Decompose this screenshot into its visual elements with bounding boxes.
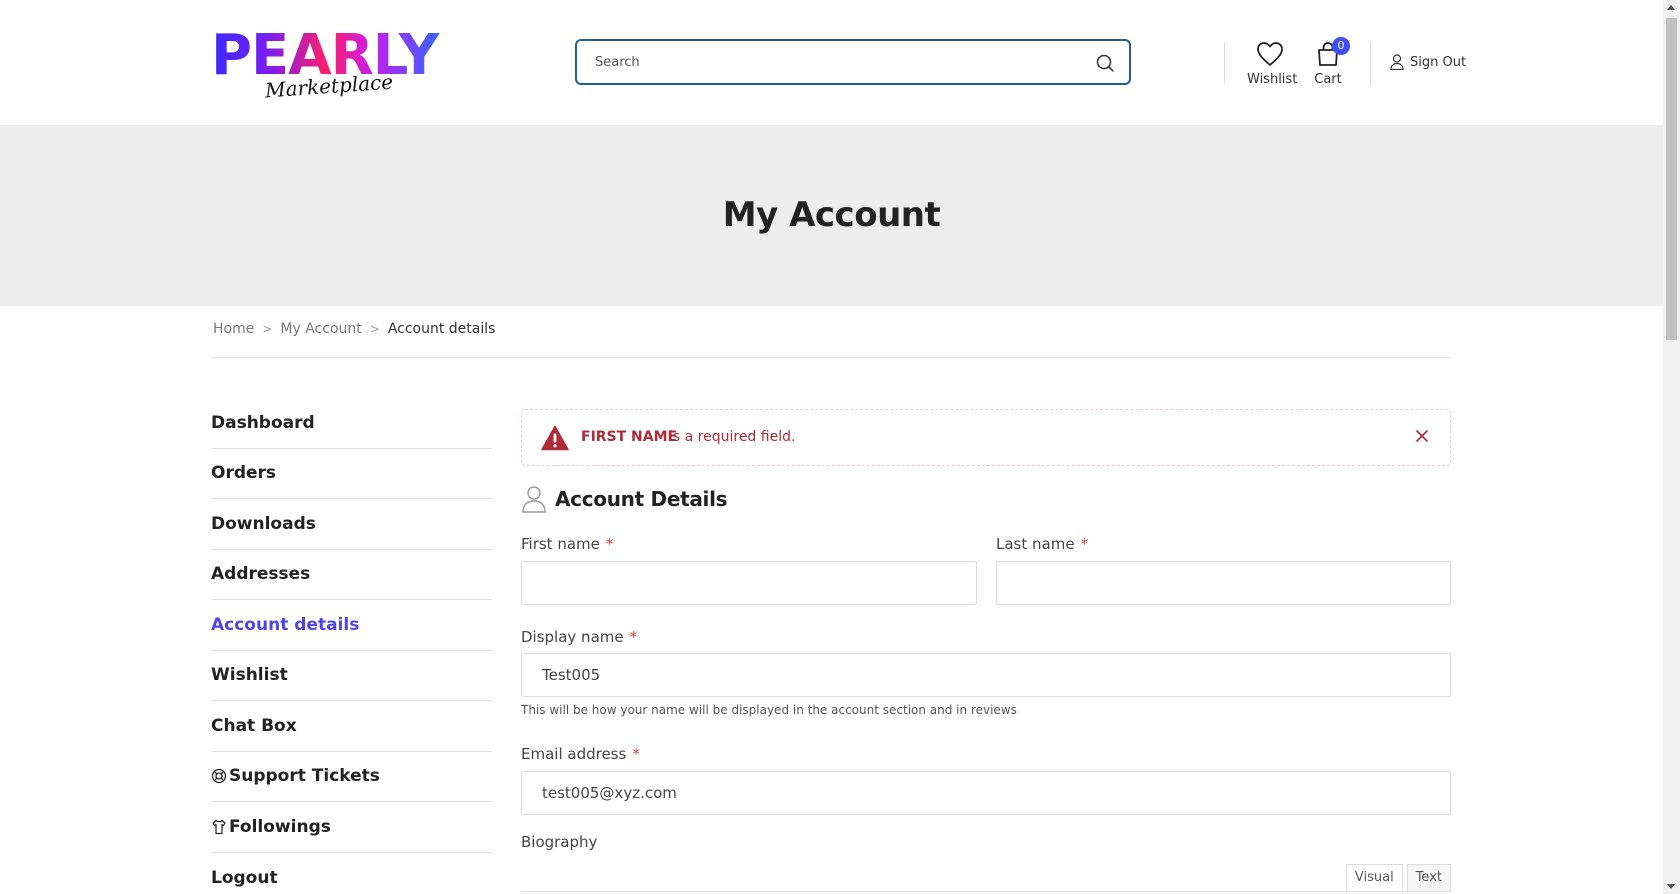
sidebar-item-label: Logout xyxy=(211,867,278,888)
last-name-label-text: Last name xyxy=(996,535,1075,553)
sidebar-item-chat-box[interactable]: Chat Box xyxy=(211,701,492,752)
scroll-down-arrow-icon[interactable] xyxy=(1667,884,1675,889)
sidebar-item-label: Followings xyxy=(229,816,331,837)
display-name-label: Display name * xyxy=(521,628,637,646)
biography-label: Biography xyxy=(521,833,598,851)
lifebuoy-icon xyxy=(211,769,227,784)
close-icon[interactable] xyxy=(1414,428,1430,444)
cart-count-badge: 0 xyxy=(1332,37,1350,55)
breadcrumb-my-account[interactable]: My Account xyxy=(280,321,361,337)
breadcrumb-separator: > xyxy=(369,322,380,336)
display-name-field xyxy=(521,653,1451,697)
account-sidebar: Dashboard Orders Downloads Addresses Acc… xyxy=(211,398,492,894)
sign-out-link[interactable]: Sign Out xyxy=(1390,54,1466,70)
last-name-label: Last name * xyxy=(996,535,1088,553)
wishlist-label: Wishlist xyxy=(1247,72,1298,87)
section-title: Account Details xyxy=(555,487,728,511)
last-name-field xyxy=(996,561,1451,605)
sidebar-item-wishlist[interactable]: Wishlist xyxy=(211,651,492,701)
search-box xyxy=(575,39,1131,85)
first-name-input[interactable] xyxy=(522,562,976,604)
breadcrumb: Home > My Account > Account details xyxy=(213,321,495,337)
sidebar-item-addresses[interactable]: Addresses xyxy=(211,550,492,600)
first-name-label: First name * xyxy=(521,535,613,553)
user-icon xyxy=(522,486,546,513)
email-input[interactable] xyxy=(522,772,1450,814)
error-alert: FIRST NAME is a required field. xyxy=(521,409,1451,466)
alert-message: is a required field. xyxy=(669,429,796,445)
sidebar-item-dashboard[interactable]: Dashboard xyxy=(211,398,492,449)
cart-link[interactable]: 0 Cart xyxy=(1310,37,1350,87)
sidebar-item-downloads[interactable]: Downloads xyxy=(211,499,492,550)
sidebar-item-support-tickets[interactable]: Support Tickets xyxy=(211,752,492,802)
breadcrumb-current: Account details xyxy=(387,321,496,337)
site-logo[interactable]: PEARLY Marketplace xyxy=(211,26,443,106)
sidebar-item-label: Orders xyxy=(211,463,277,484)
user-icon xyxy=(1390,54,1404,70)
page-hero: My Account xyxy=(0,125,1663,306)
required-mark: * xyxy=(632,745,640,763)
sidebar-item-followings[interactable]: Followings xyxy=(211,802,492,853)
breadcrumb-separator: > xyxy=(262,322,273,336)
editor-tab-text[interactable]: Text xyxy=(1406,864,1451,892)
sidebar-item-label: Chat Box xyxy=(211,715,297,736)
display-name-hint: This will be how your name will be displ… xyxy=(521,703,1017,717)
sidebar-item-label: Wishlist xyxy=(211,665,288,686)
sidebar-item-label: Account details xyxy=(211,614,360,635)
required-mark: * xyxy=(1080,535,1089,553)
editor-tab-visual[interactable]: Visual xyxy=(1345,864,1403,892)
section-heading: Account Details xyxy=(521,485,728,513)
page-scrollbar[interactable] xyxy=(1663,0,1680,894)
header-divider xyxy=(1224,42,1225,84)
editor-tabs: Visual Text xyxy=(1345,864,1451,892)
first-name-field xyxy=(521,561,977,605)
shirt-icon xyxy=(212,819,226,834)
last-name-input[interactable] xyxy=(997,562,1450,604)
breadcrumb-divider xyxy=(211,357,1451,358)
display-name-label-text: Display name xyxy=(521,628,624,646)
scroll-up-arrow-icon[interactable] xyxy=(1667,5,1675,10)
header-divider xyxy=(1370,42,1371,84)
first-name-label-text: First name xyxy=(521,535,600,553)
sidebar-item-label: Addresses xyxy=(211,564,311,585)
required-mark: * xyxy=(629,628,638,646)
sidebar-item-orders[interactable]: Orders xyxy=(211,449,492,499)
breadcrumb-home[interactable]: Home xyxy=(213,321,254,337)
page-title: My Account xyxy=(722,195,941,235)
email-label-text: Email address xyxy=(521,745,627,763)
sidebar-item-label: Downloads xyxy=(211,513,316,534)
sidebar-item-account-details[interactable]: Account details xyxy=(211,600,492,651)
site-header: PEARLY Marketplace Wishlist 0 Cart xyxy=(0,0,1663,125)
wishlist-link[interactable]: Wishlist xyxy=(1247,41,1298,87)
sign-out-label: Sign Out xyxy=(1410,54,1467,70)
cart-label: Cart xyxy=(1314,72,1342,87)
heart-icon xyxy=(1257,42,1283,66)
search-input[interactable] xyxy=(595,52,1065,72)
email-label: Email address * xyxy=(521,745,640,763)
sidebar-item-logout[interactable]: Logout xyxy=(211,853,492,894)
editor-border xyxy=(521,891,1451,892)
display-name-input[interactable] xyxy=(522,654,1450,696)
search-icon[interactable] xyxy=(1095,53,1115,73)
scroll-thumb[interactable] xyxy=(1666,18,1677,340)
sidebar-item-label: Support Tickets xyxy=(229,766,380,787)
account-details-panel: FIRST NAME is a required field. Account … xyxy=(521,409,1451,892)
required-mark: * xyxy=(605,535,614,553)
sidebar-item-label: Dashboard xyxy=(211,412,315,433)
page: PEARLY Marketplace Wishlist 0 Cart xyxy=(0,0,1680,894)
warning-icon xyxy=(541,425,569,451)
alert-field-name: FIRST NAME xyxy=(581,429,678,445)
email-field xyxy=(521,771,1451,815)
